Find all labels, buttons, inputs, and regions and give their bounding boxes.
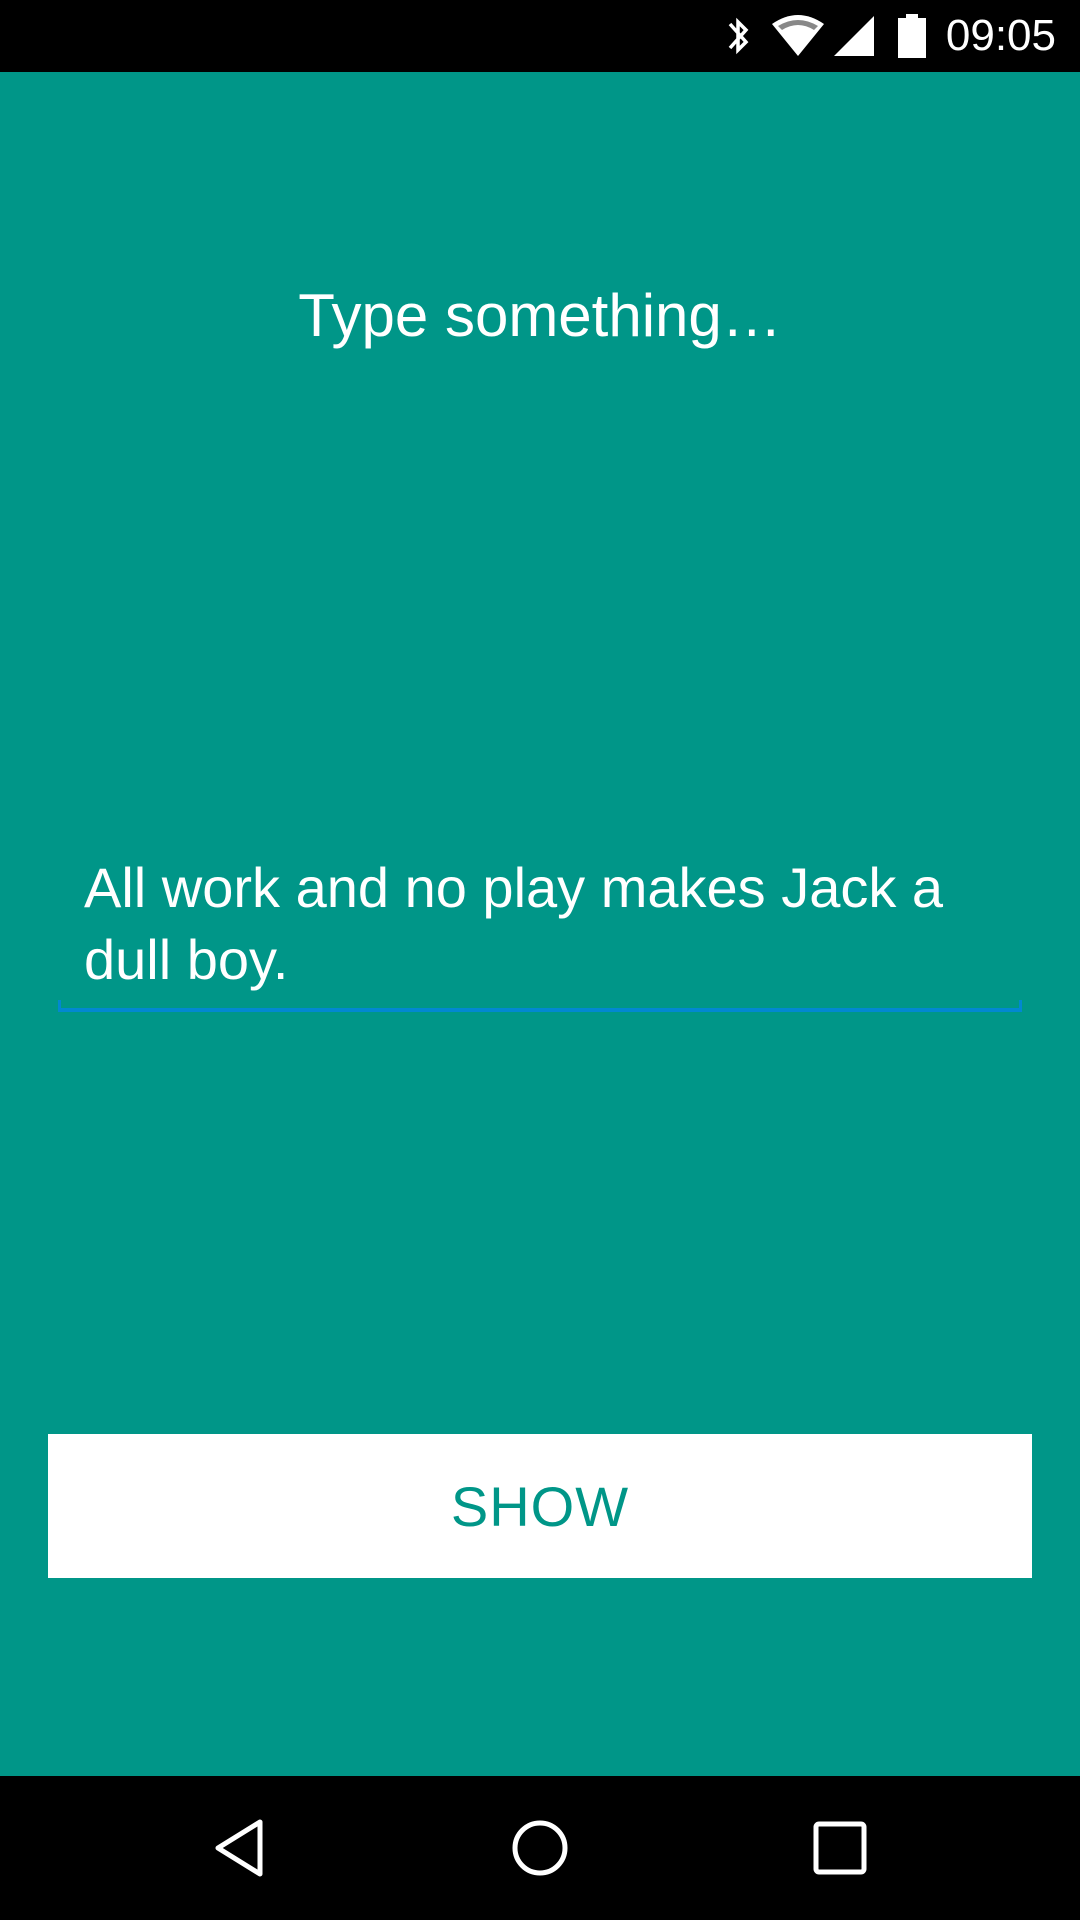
status-time: 09:05	[945, 11, 1056, 60]
show-button-label: SHOW	[450, 1474, 630, 1538]
bluetooth-icon	[728, 17, 749, 55]
home-icon	[512, 1820, 568, 1876]
prompt-label: Type something…	[298, 282, 782, 349]
home-button[interactable]	[504, 1812, 576, 1884]
input-underline-line	[58, 1008, 1022, 1012]
input-underline-right-tick	[1019, 1000, 1022, 1012]
recents-icon	[813, 1821, 867, 1875]
input-underline	[58, 1000, 1022, 1012]
app-screen: 09:05 Type something… All work and no pl…	[0, 0, 1080, 1920]
show-button[interactable]: SHOW	[48, 1434, 1032, 1578]
battery-icon	[898, 14, 926, 58]
message-input[interactable]: All work and no play makes Jack a dull b…	[58, 844, 1022, 1012]
message-input-value[interactable]: All work and no play makes Jack a dull b…	[84, 852, 1004, 996]
cell-signal-icon	[834, 16, 874, 56]
back-button[interactable]	[204, 1812, 276, 1884]
navigation-bar	[0, 1776, 1080, 1920]
input-underline-left-tick	[58, 1000, 61, 1012]
main-content: Type something… All work and no play mak…	[0, 72, 1080, 1776]
back-icon	[215, 1819, 263, 1877]
wifi-icon	[772, 15, 824, 56]
status-bar: 09:05	[0, 0, 1080, 72]
recents-button[interactable]	[804, 1812, 876, 1884]
